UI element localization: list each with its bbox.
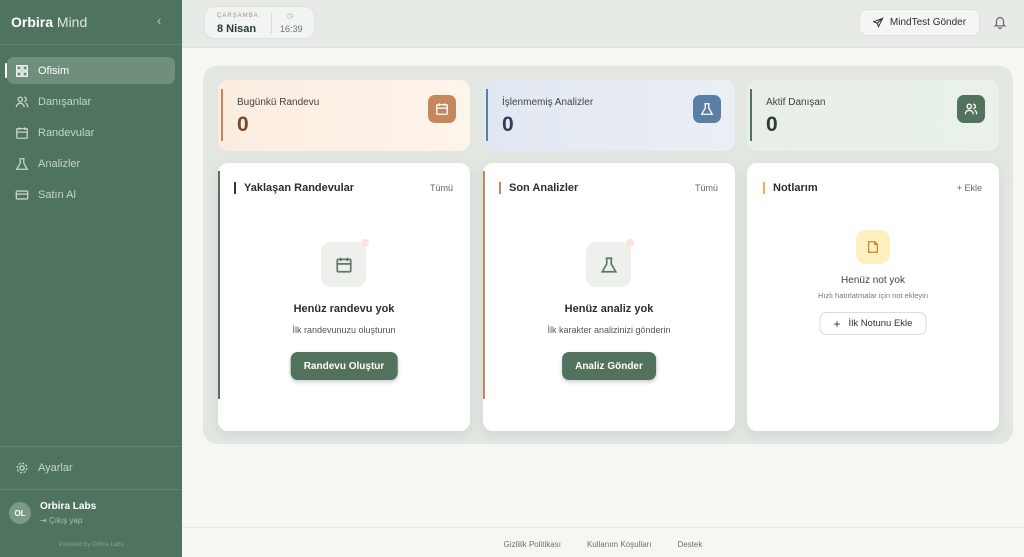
send-analysis-button[interactable]: Analiz Gönder [562, 352, 656, 380]
date-widget: ÇARŞAMBA 8 Nisan ◷ 16:39 [204, 6, 315, 39]
stat-value: 0 [766, 113, 778, 136]
topbar: ÇARŞAMBA 8 Nisan ◷ 16:39 MindTest Gönder [182, 0, 1024, 48]
logout-label: Çıkış yap [48, 516, 83, 525]
sidebar: Orbira Mind ‹ Ofisim Danışanlar Randevul… [0, 0, 182, 557]
sidebar-item-ofisim[interactable]: Ofisim [5, 57, 175, 84]
stat-card-active-clients: Aktif Danışan 0 [747, 80, 999, 151]
divider [0, 44, 182, 45]
divider [0, 489, 182, 490]
add-note-link[interactable]: + Ekle [957, 183, 982, 193]
sidebar-item-ayarlar[interactable]: Ayarlar [7, 454, 175, 481]
users-icon [15, 96, 29, 107]
credit-card-icon [15, 189, 29, 200]
stat-value: 0 [502, 113, 514, 136]
sidebar-item-satin-al[interactable]: Satın Al [7, 181, 175, 208]
grid-icon [16, 64, 28, 77]
sidebar-item-label: Ofisim [38, 64, 70, 77]
view-all-link[interactable]: Tümü [695, 183, 718, 193]
view-all-link[interactable]: Tümü [430, 183, 453, 193]
brand-bold: Orbira [11, 14, 54, 30]
empty-title: Henüz analiz yok [564, 303, 654, 315]
divider [0, 446, 182, 447]
stat-title: Bugünkü Randevu [237, 97, 320, 108]
sidebar-item-label: Analizler [38, 157, 81, 170]
calendar-icon [428, 95, 456, 123]
stat-title: Aktif Danışan [766, 97, 826, 108]
send-label: MindTest Gönder [889, 17, 967, 28]
recent-analyses-card: Son Analizler Tümü Henüz analiz yok İlk … [483, 163, 735, 431]
weekday: ÇARŞAMBA [217, 13, 259, 19]
upcoming-appointments-card: Yaklaşan Randevular Tümü Henüz randevu y… [218, 163, 470, 431]
flask-icon [15, 157, 29, 170]
create-appointment-button[interactable]: Randevu Oluştur [290, 352, 398, 380]
stat-card-today-appointments: Bugünkü Randevu 0 [218, 80, 470, 151]
gear-icon [16, 462, 28, 473]
sidebar-item-randevular[interactable]: Randevular [7, 119, 175, 146]
card-title: Son Analizler [499, 182, 578, 194]
users-icon [957, 95, 985, 123]
stat-card-unprocessed-analyses: İşlenmemiş Analizler 0 [483, 80, 735, 151]
settings-label: Ayarlar [38, 461, 73, 474]
calendar-icon [16, 126, 28, 139]
add-first-note-button[interactable]: + İlk Notunu Ekle [819, 312, 927, 335]
logout-link[interactable]: ⇥ Çıkış yap [40, 516, 82, 525]
logout-icon: ⇥ [40, 516, 49, 525]
empty-subtitle: İlk karakter analizinizi gönderin [547, 325, 671, 335]
time: 16:39 [280, 24, 303, 34]
footer: Gizlilik Politikası Kullanım Koşulları D… [182, 527, 1024, 557]
flask-icon [693, 95, 721, 123]
terms-link[interactable]: Kullanım Koşulları [587, 540, 651, 557]
empty-title: Henüz randevu yok [293, 303, 395, 315]
privacy-link[interactable]: Gizlilik Politikası [504, 540, 561, 557]
empty-subtitle: İlk randevunuzu oluşturun [292, 325, 396, 335]
powered-by: Powered by Orbira Labs [58, 542, 124, 548]
mindtest-send-button[interactable]: MindTest Gönder [859, 9, 980, 36]
sidebar-item-label: Danışanlar [38, 95, 92, 108]
send-icon [872, 17, 884, 28]
collapse-sidebar-icon[interactable]: ‹ [157, 13, 161, 28]
empty-subtitle: Hızlı hatırlatmalar için not ekleyin [817, 291, 929, 300]
stat-title: İşlenmemiş Analizler [502, 97, 594, 108]
sidebar-item-danisanlar[interactable]: Danışanlar [7, 88, 175, 115]
stat-value: 0 [237, 113, 249, 136]
card-title: Notlarım [763, 182, 818, 194]
user-name: Orbira Labs [40, 501, 97, 512]
sidebar-item-label: Satın Al [38, 188, 76, 201]
avatar: OL [9, 502, 31, 524]
note-icon [856, 230, 890, 264]
plus-icon: + [833, 316, 841, 331]
notes-card: Notlarım + Ekle Henüz not yok Hızlı hatı… [747, 163, 999, 431]
sidebar-item-analizler[interactable]: Analizler [7, 150, 175, 177]
support-link[interactable]: Destek [677, 540, 702, 557]
brand-light: Mind [56, 14, 88, 30]
brand-logo: Orbira Mind [11, 14, 87, 30]
bell-icon[interactable] [993, 15, 1007, 29]
sidebar-item-label: Randevular [38, 126, 95, 139]
flask-icon [586, 239, 634, 287]
button-label: İlk Notunu Ekle [848, 318, 913, 329]
empty-title: Henüz not yok [841, 275, 905, 286]
calendar-icon [321, 239, 369, 287]
date: 8 Nisan [217, 23, 257, 35]
clock-icon: ◷ [287, 13, 294, 20]
card-title: Yaklaşan Randevular [234, 182, 354, 194]
